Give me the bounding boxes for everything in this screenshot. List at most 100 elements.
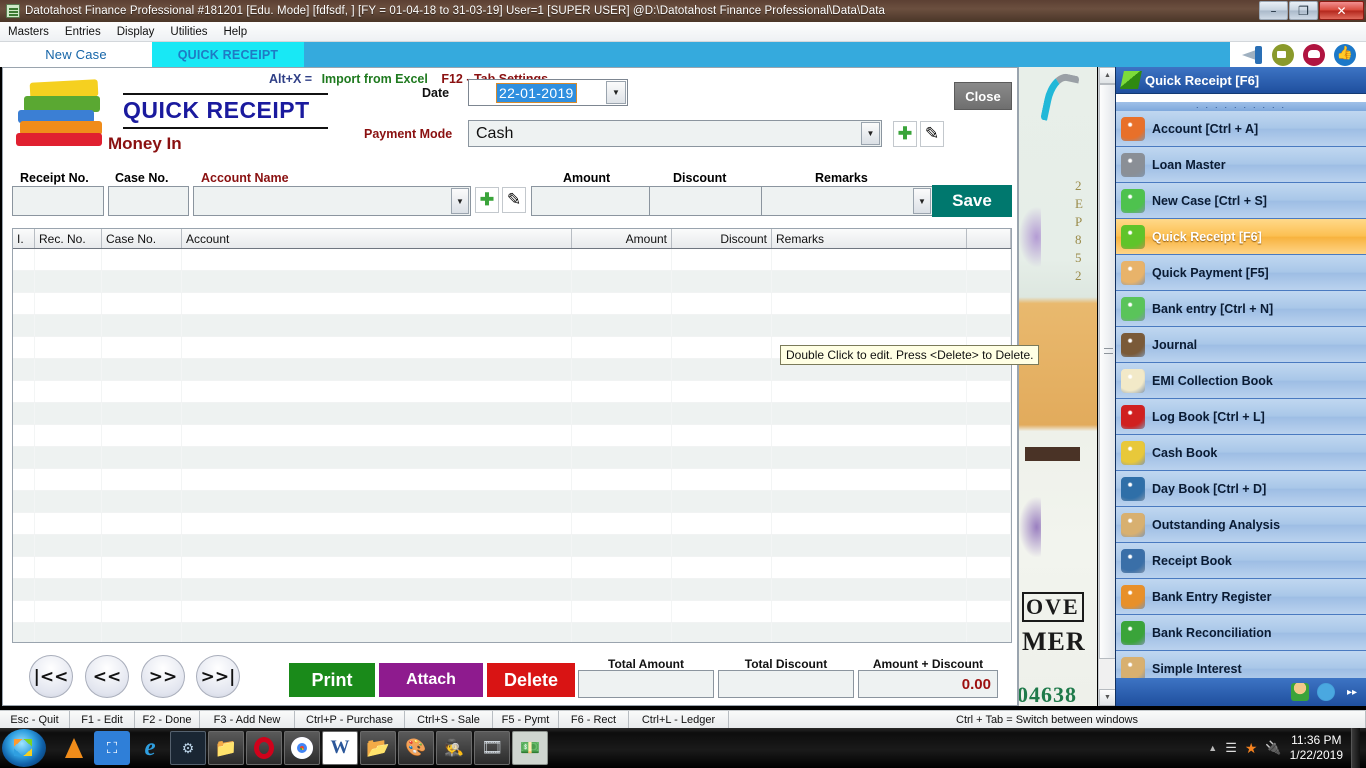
table-cell[interactable] (772, 513, 967, 534)
table-cell[interactable] (772, 293, 967, 314)
table-cell[interactable] (102, 491, 182, 512)
table-cell[interactable] (13, 425, 35, 446)
table-row[interactable] (13, 447, 1011, 469)
table-cell[interactable] (35, 579, 102, 600)
file-explorer-icon[interactable]: 📁 (208, 731, 244, 765)
table-cell[interactable] (182, 557, 572, 578)
table-cell[interactable] (35, 315, 102, 336)
table-row[interactable] (13, 315, 1011, 337)
grid-col-amount[interactable]: Amount (572, 229, 672, 248)
network-icon[interactable]: ☰ (1225, 740, 1237, 756)
table-cell[interactable] (672, 293, 772, 314)
table-cell[interactable] (182, 579, 572, 600)
account-name-select[interactable]: ▼ (193, 186, 471, 216)
grid-col-discount[interactable]: Discount (672, 229, 772, 248)
table-cell[interactable] (772, 535, 967, 556)
table-cell[interactable] (13, 403, 35, 424)
table-cell[interactable] (182, 337, 572, 358)
table-cell[interactable] (102, 403, 182, 424)
table-cell[interactable] (35, 403, 102, 424)
table-row[interactable] (13, 425, 1011, 447)
table-cell[interactable] (672, 623, 772, 642)
sidebar-item-quick-receipt-f6[interactable]: Quick Receipt [F6] (1116, 219, 1366, 255)
table-cell[interactable] (102, 315, 182, 336)
amount-input[interactable] (531, 186, 651, 216)
table-cell[interactable] (182, 381, 572, 402)
table-cell[interactable] (182, 271, 572, 292)
grid-col-extra[interactable] (967, 229, 1011, 248)
maximize-button[interactable]: ❐ (1289, 1, 1318, 20)
table-cell[interactable] (672, 381, 772, 402)
table-cell[interactable] (772, 403, 967, 424)
table-cell[interactable] (13, 535, 35, 556)
menu-item-masters[interactable]: Masters (8, 26, 49, 38)
table-cell[interactable] (13, 337, 35, 358)
tray-clock[interactable]: 11:36 PM 1/22/2019 (1290, 733, 1343, 763)
table-cell[interactable] (35, 469, 102, 490)
table-cell[interactable] (672, 491, 772, 512)
form-scrollbar[interactable]: ▲ ▼ (1098, 67, 1115, 706)
globe-key-icon[interactable] (1317, 683, 1335, 701)
table-cell[interactable] (13, 359, 35, 380)
avast-icon[interactable]: ★ (1245, 740, 1258, 757)
table-cell[interactable] (672, 425, 772, 446)
table-cell[interactable] (102, 557, 182, 578)
table-cell[interactable] (182, 315, 572, 336)
table-cell[interactable] (672, 359, 772, 380)
table-cell[interactable] (13, 623, 35, 642)
table-row[interactable] (13, 293, 1011, 315)
table-cell[interactable] (967, 579, 1011, 600)
case-no-input[interactable] (108, 186, 189, 216)
paint-icon[interactable]: 🎨 (398, 731, 434, 765)
table-cell[interactable] (967, 447, 1011, 468)
table-cell[interactable] (182, 447, 572, 468)
table-cell[interactable] (772, 491, 967, 512)
table-cell[interactable] (13, 293, 35, 314)
grid-col-account[interactable]: Account (182, 229, 572, 248)
sidebar-item-log-book-ctrl-l[interactable]: Log Book [Ctrl + L] (1116, 399, 1366, 435)
table-cell[interactable] (967, 601, 1011, 622)
sidebar-item-bank-entry-ctrl-n[interactable]: Bank entry [Ctrl + N] (1116, 291, 1366, 327)
table-cell[interactable] (13, 315, 35, 336)
table-cell[interactable] (772, 579, 967, 600)
table-cell[interactable] (35, 623, 102, 642)
table-cell[interactable] (572, 579, 672, 600)
table-cell[interactable] (13, 249, 35, 270)
table-cell[interactable] (772, 249, 967, 270)
menu-item-help[interactable]: Help (223, 26, 247, 38)
minimize-button[interactable]: – (1259, 1, 1288, 20)
menu-item-display[interactable]: Display (117, 26, 155, 38)
add-account-button[interactable]: ✚ (475, 187, 499, 213)
internet-explorer-icon[interactable]: e (132, 731, 168, 765)
table-cell[interactable] (572, 513, 672, 534)
sidebar-item-new-case-ctrl-s[interactable]: New Case [Ctrl + S] (1116, 183, 1366, 219)
thumbs-up-icon[interactable] (1333, 43, 1356, 66)
table-cell[interactable] (967, 315, 1011, 336)
table-cell[interactable] (13, 447, 35, 468)
table-cell[interactable] (102, 513, 182, 534)
show-desktop-button[interactable] (1351, 728, 1360, 768)
table-cell[interactable] (35, 293, 102, 314)
user-icon[interactable] (1291, 683, 1309, 701)
table-cell[interactable] (772, 315, 967, 336)
table-cell[interactable] (102, 623, 182, 642)
table-cell[interactable] (772, 381, 967, 402)
tab-quick-receipt[interactable]: QUICK RECEIPT (152, 42, 304, 67)
payment-mode-select[interactable]: Cash ▼ (468, 120, 882, 147)
table-cell[interactable] (967, 557, 1011, 578)
nav-next-button[interactable]: >> (141, 655, 185, 698)
table-cell[interactable] (102, 359, 182, 380)
print-button[interactable]: Print (289, 663, 375, 697)
table-cell[interactable] (967, 469, 1011, 490)
table-cell[interactable] (182, 513, 572, 534)
sidebar-item-quick-payment-f5[interactable]: Quick Payment [F5] (1116, 255, 1366, 291)
table-cell[interactable] (182, 491, 572, 512)
table-cell[interactable] (772, 447, 967, 468)
table-cell[interactable] (772, 469, 967, 490)
table-cell[interactable] (13, 579, 35, 600)
start-orb-icon[interactable] (2, 729, 46, 767)
close-form-button[interactable]: Close (954, 82, 1012, 110)
table-row[interactable] (13, 469, 1011, 491)
scroll-down-button[interactable]: ▼ (1099, 689, 1115, 706)
table-cell[interactable] (772, 557, 967, 578)
